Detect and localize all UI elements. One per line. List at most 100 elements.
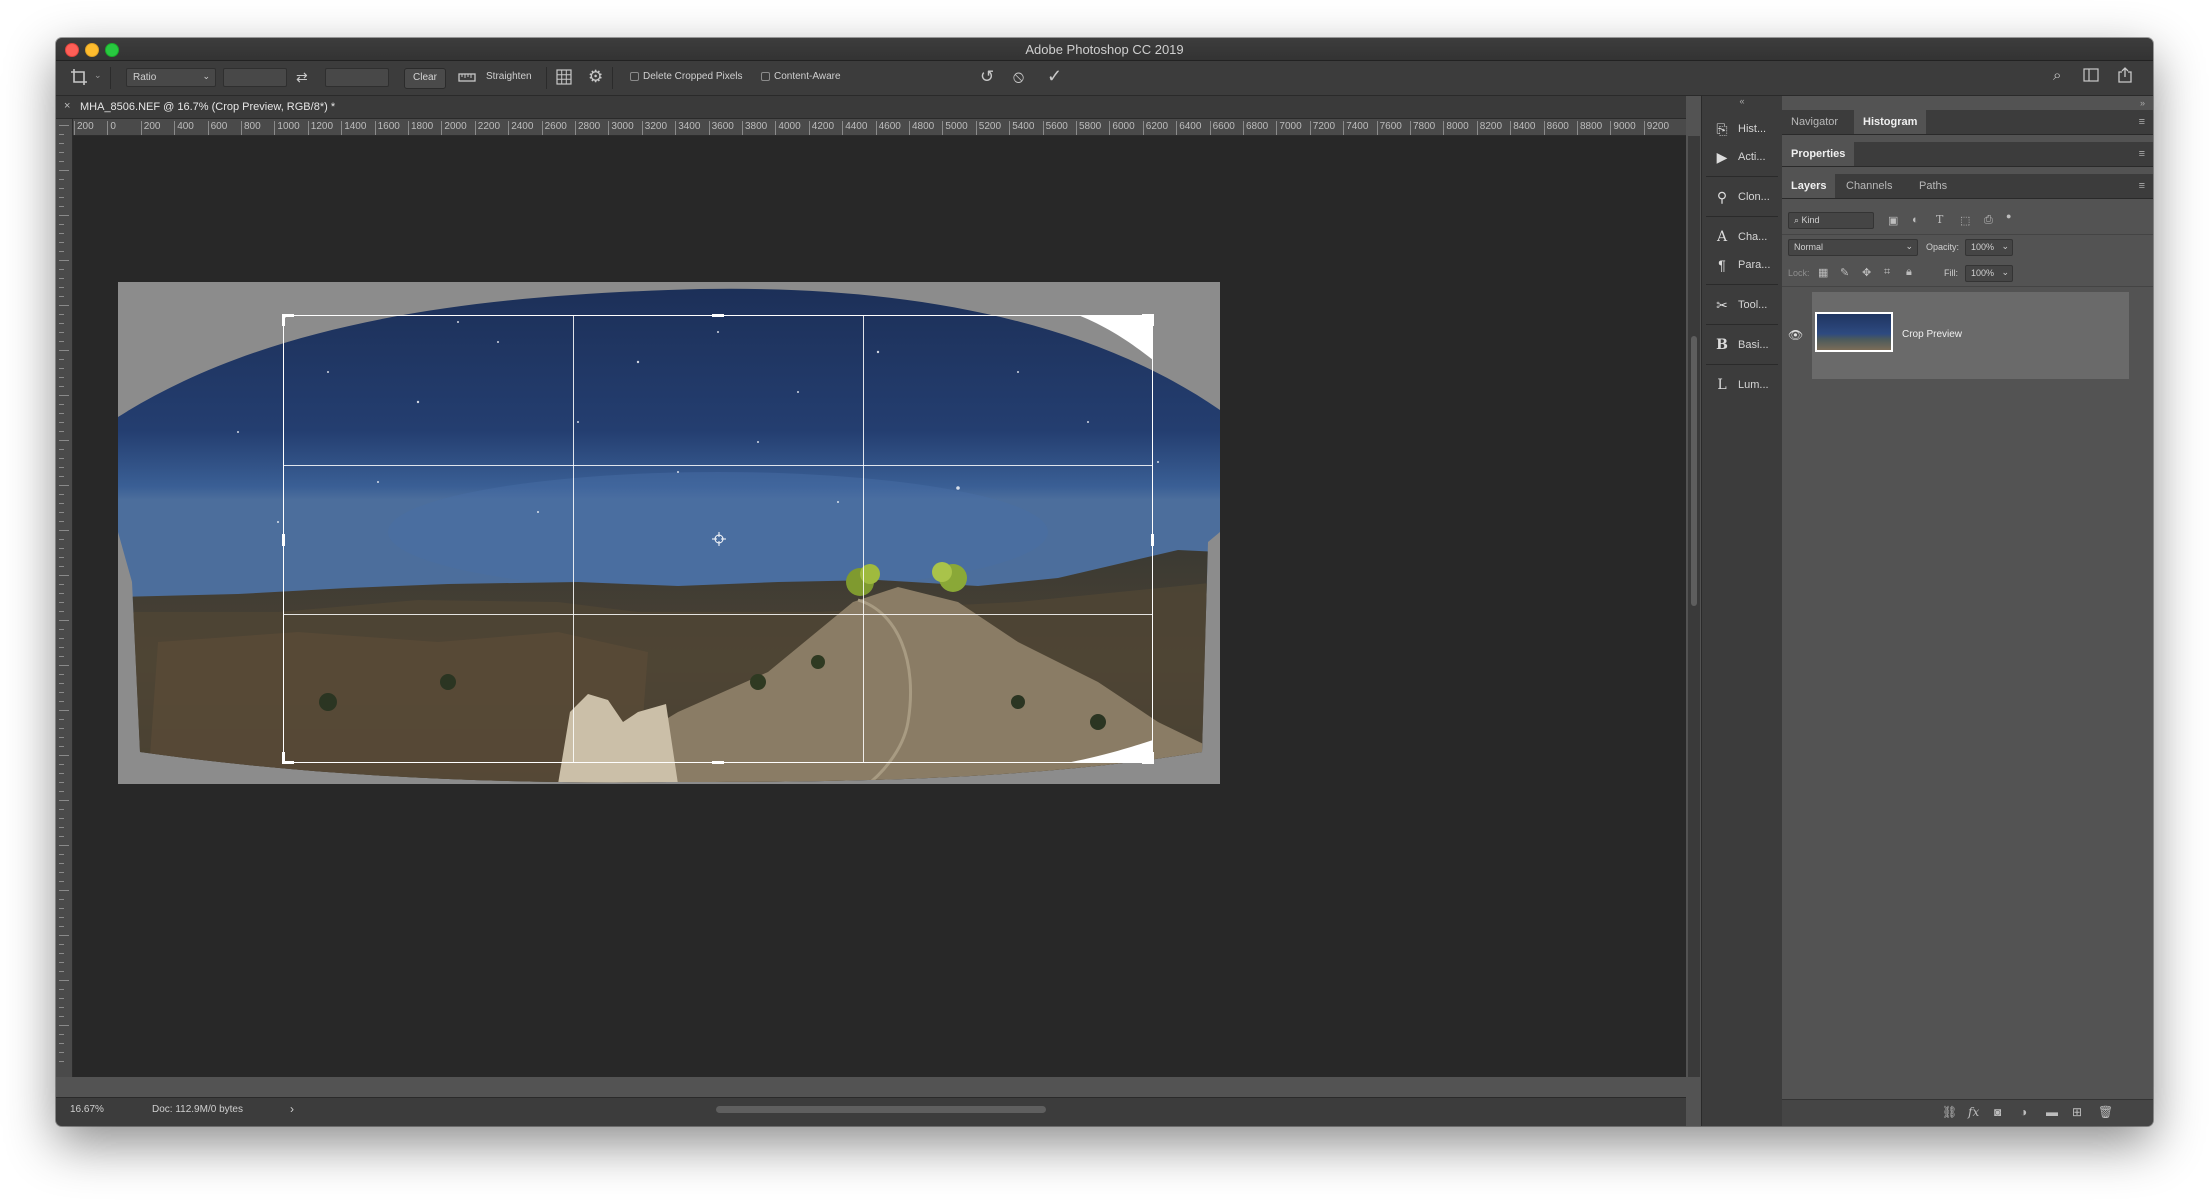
new-group-icon[interactable]: ▬ — [2046, 1105, 2058, 1119]
lock-image-icon[interactable]: ✎ — [1840, 266, 1849, 279]
ruler-tick-label: 8600 — [1543, 121, 1569, 135]
horizontal-scroll-thumb[interactable] — [716, 1106, 1046, 1113]
ruler-tick-label: 8200 — [1476, 121, 1502, 135]
dock-item-history[interactable]: ⎘ Hist... — [1710, 116, 1778, 144]
lock-position-icon[interactable]: ✥ — [1862, 266, 1871, 279]
tab-paths[interactable]: Paths — [1910, 174, 1956, 198]
crop-handle-right[interactable] — [1151, 534, 1154, 546]
dock-item-luminosity[interactable]: L Lum... — [1710, 372, 1778, 400]
vertical-ruler[interactable] — [56, 119, 73, 1077]
tab-histogram[interactable]: Histogram — [1854, 110, 1927, 134]
crop-handle-bottom-left[interactable] — [282, 752, 285, 764]
filter-type-icon[interactable]: T — [1936, 213, 1943, 226]
crop-tool-icon[interactable] — [70, 68, 88, 91]
ruler-tick-label: 1600 — [374, 121, 400, 135]
crop-handle-top-right[interactable] — [1151, 314, 1154, 326]
filter-smart-object-icon[interactable]: ⎙ — [1984, 214, 1993, 227]
tab-navigator[interactable]: Navigator — [1782, 110, 1847, 134]
status-menu-arrow[interactable]: › — [290, 1102, 294, 1116]
layer-name[interactable]: Crop Preview — [1902, 329, 1962, 340]
ruler-tick — [59, 773, 64, 774]
ruler-tick — [59, 161, 64, 162]
tab-properties[interactable]: Properties — [1782, 142, 1855, 166]
dock-item-basic[interactable]: B Basi... — [1710, 332, 1778, 360]
ruler-tick — [59, 656, 64, 657]
dock-item-actions[interactable]: ▶ Acti... — [1710, 144, 1778, 172]
blend-mode-select[interactable]: Normal ⌄ — [1788, 239, 1918, 256]
dock-item-clone-source[interactable]: ⚲ Clon... — [1710, 184, 1778, 212]
ruler-tick — [59, 395, 69, 396]
panel-menu-icon[interactable]: ≡ — [2139, 148, 2145, 160]
crop-handle-bottom[interactable] — [712, 761, 724, 764]
commit-crop-icon[interactable]: ✓ — [1047, 66, 1062, 87]
straighten-label[interactable]: Straighten — [486, 71, 532, 82]
ruler-tick — [59, 278, 64, 279]
canvas-area[interactable] — [73, 136, 1686, 1077]
layer-filter-row: ⌕ Kind ▣ ◐ T ⬚ ⎙ ● — [1782, 208, 2153, 235]
fill-input[interactable]: 100% ⌄ — [1965, 265, 2013, 282]
overlay-grid-icon[interactable] — [556, 69, 572, 90]
crop-handle-bottom-right[interactable] — [1151, 752, 1154, 764]
zoom-level[interactable]: 16.67% — [70, 1104, 104, 1115]
ruler-tick — [59, 1052, 64, 1053]
lock-artboard-icon[interactable]: ⌗ — [1884, 266, 1890, 279]
panel-menu-icon[interactable]: ≡ — [2139, 116, 2145, 128]
crop-handle-top[interactable] — [712, 314, 724, 317]
layer-style-fx-icon[interactable]: fx — [1968, 1105, 1979, 1119]
dock-item-paragraph[interactable]: ¶ Para... — [1710, 252, 1778, 280]
layer-row-crop-preview[interactable]: 👁︎ Crop Preview — [1788, 292, 2129, 379]
panel-menu-icon[interactable]: ≡ — [2139, 180, 2145, 192]
tab-channels[interactable]: Channels — [1837, 174, 1901, 198]
add-mask-icon[interactable]: ◙ — [1994, 1105, 2001, 1119]
ruler-tick — [59, 440, 69, 441]
filter-shape-icon[interactable]: ⬚ — [1960, 214, 1970, 227]
collapse-panels-icon[interactable]: » — [2140, 98, 2145, 108]
opacity-input[interactable]: 100% ⌄ — [1965, 239, 2013, 256]
layer-visibility-eye-icon[interactable]: 👁︎ — [1788, 328, 1803, 342]
share-icon[interactable] — [2117, 67, 2133, 88]
filter-adjustment-icon[interactable]: ◐ — [1912, 214, 1919, 226]
document-tab[interactable]: × MHA_8506.NEF @ 16.7% (Crop Preview, RG… — [56, 96, 1686, 119]
collapse-dock-icon[interactable]: « — [1702, 96, 1782, 110]
tool-preset-chevron-icon[interactable]: ⌄ — [94, 70, 102, 81]
search-icon[interactable]: ⌕ — [2053, 67, 2061, 84]
lock-transparent-icon[interactable]: ▦ — [1818, 266, 1828, 279]
clear-button[interactable]: Clear — [404, 68, 446, 89]
ratio-select[interactable]: Ratio ⌄ — [126, 68, 216, 87]
vertical-scroll-thumb[interactable] — [1691, 336, 1697, 606]
ruler-tick — [59, 746, 64, 747]
ratio-height-input[interactable] — [325, 68, 389, 87]
link-layers-icon[interactable]: ⛓︎ — [1942, 1105, 1957, 1119]
chevron-down-icon: ⌄ — [2001, 267, 2009, 277]
vertical-scrollbar[interactable] — [1688, 136, 1700, 1077]
tab-layers[interactable]: Layers — [1782, 174, 1836, 198]
trash-icon[interactable]: 🗑︎ — [2098, 1105, 2113, 1119]
delete-cropped-pixels-checkbox[interactable] — [630, 72, 639, 81]
adjustment-layer-icon[interactable]: ◑ — [2020, 1105, 2027, 1119]
reset-crop-icon[interactable]: ↺ — [980, 67, 994, 87]
ruler-tick — [59, 737, 64, 738]
crop-handle-left[interactable] — [282, 534, 285, 546]
close-tab-icon[interactable]: × — [64, 100, 70, 112]
new-layer-icon[interactable]: ⊞ — [2072, 1105, 2082, 1119]
horizontal-ruler[interactable]: 200 0 200 400 600 800 1000 1200 1400 1600 1800 2000… — [72, 119, 1686, 136]
gear-icon[interactable]: ⚙ — [588, 67, 603, 87]
ruler-tick — [59, 485, 69, 486]
lock-all-icon[interactable]: 🔒︎ — [1906, 266, 1912, 279]
ruler-tick-label: 5400 — [1009, 121, 1034, 135]
straighten-icon[interactable] — [458, 70, 476, 89]
ruler-tick-label: 6200 — [1142, 121, 1168, 135]
filter-toggle-icon[interactable]: ● — [2006, 211, 2011, 221]
content-aware-checkbox[interactable] — [761, 72, 770, 81]
filter-pixel-icon[interactable]: ▣ — [1888, 214, 1898, 227]
chevron-down-icon: ⌄ — [2001, 241, 2009, 251]
ruler-tick — [59, 935, 69, 936]
crop-handle-top-left[interactable] — [282, 314, 285, 326]
dock-item-tool-presets[interactable]: ✂ Tool... — [1710, 292, 1778, 320]
workspace-icon[interactable] — [2083, 68, 2099, 87]
cancel-crop-icon[interactable]: ⦸ — [1013, 67, 1024, 87]
layer-kind-filter[interactable]: ⌕ Kind — [1788, 212, 1874, 229]
swap-dimensions-icon[interactable]: ⇄ — [296, 69, 308, 86]
dock-item-character[interactable]: A Cha... — [1710, 224, 1778, 252]
ratio-width-input[interactable] — [223, 68, 287, 87]
